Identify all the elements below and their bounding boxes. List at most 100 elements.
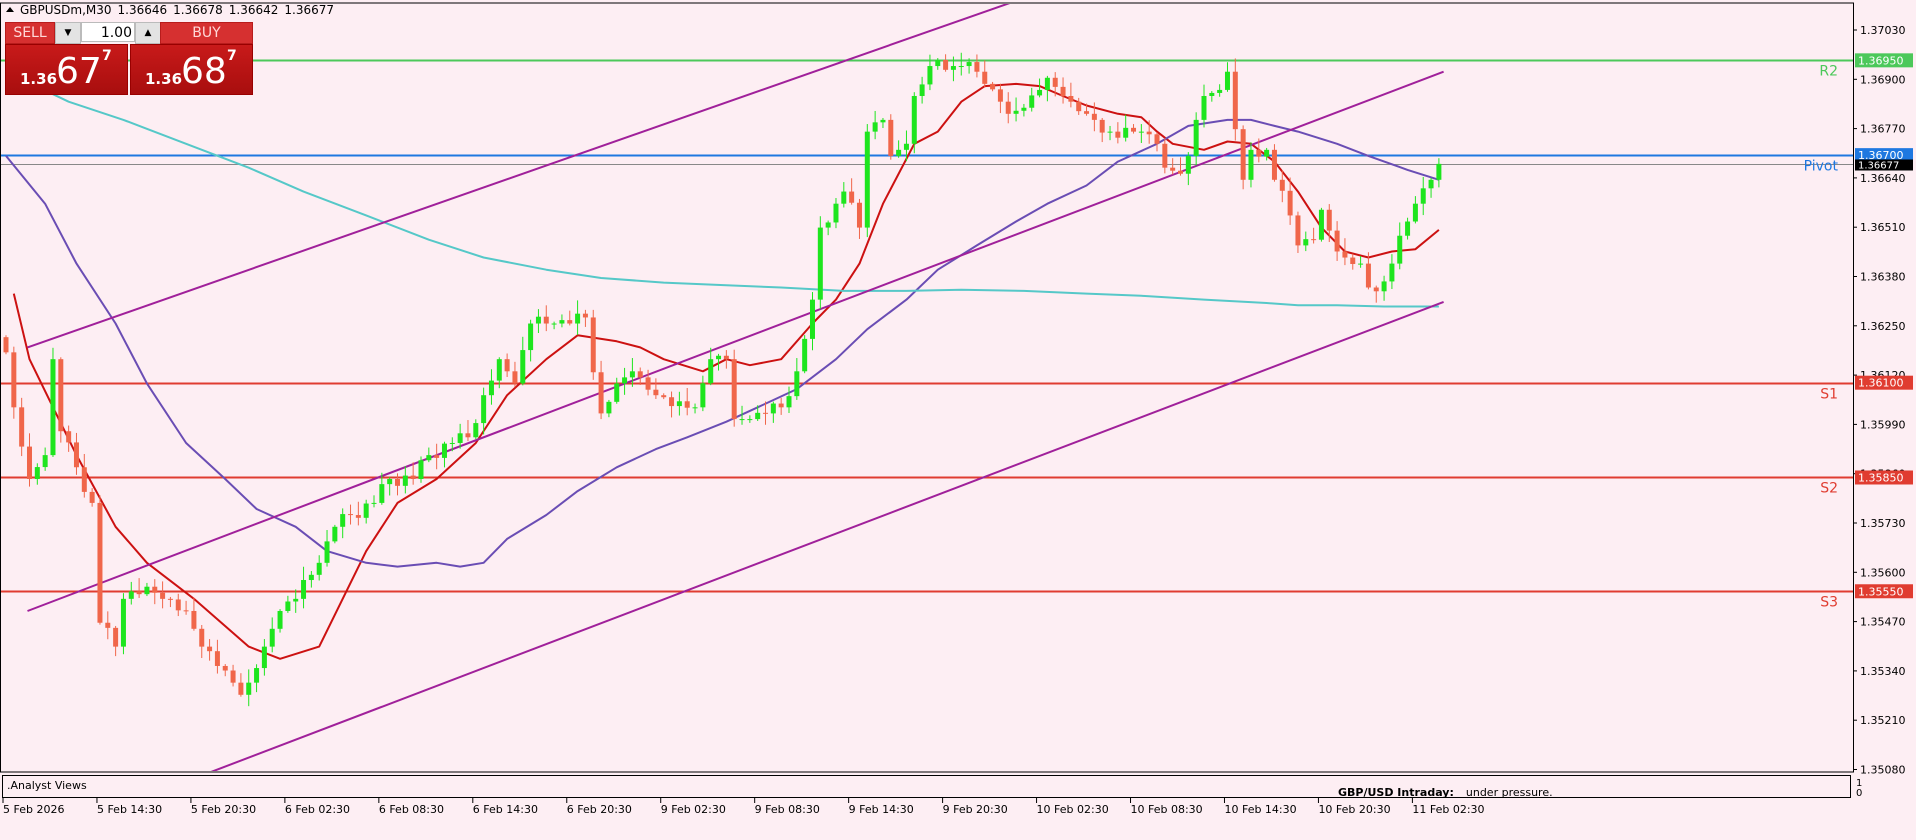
candle-bear — [1240, 129, 1246, 180]
candle-bull — [794, 371, 800, 397]
candle-bear — [1099, 119, 1105, 133]
price-chart[interactable]: 1.370301.369001.367701.366401.365101.363… — [0, 0, 1916, 840]
x-tick-label: 9 Feb 08:30 — [754, 803, 820, 816]
candle-bear — [113, 627, 119, 647]
ohlc-high: 1.36678 — [173, 3, 223, 17]
candle-bull — [629, 371, 635, 378]
candle-bull — [692, 407, 698, 409]
candle-bull — [716, 355, 722, 360]
candle-bear — [684, 401, 690, 408]
candle-bull — [316, 562, 322, 575]
candle-bull — [825, 222, 831, 228]
ohlc-low: 1.36642 — [228, 3, 279, 17]
candle-bull — [457, 433, 463, 443]
candle-bull — [903, 143, 909, 150]
candle-bear — [199, 628, 205, 647]
candle-bull — [1397, 235, 1403, 264]
candle-bear — [637, 371, 643, 378]
candle-bull — [935, 59, 941, 67]
analyst-summary: under pressure. — [1465, 786, 1553, 798]
candle-bull — [559, 320, 565, 324]
candle-bull — [269, 628, 275, 647]
candle-bull — [606, 401, 612, 414]
candle-bear — [1342, 251, 1348, 258]
candle-bear — [997, 89, 1003, 102]
buy-button[interactable]: BUY — [160, 22, 253, 44]
candle-bull — [1021, 107, 1027, 111]
candle-bear — [1170, 167, 1176, 171]
level-price-value: 1.36100 — [1858, 377, 1904, 390]
candle-bear — [1334, 230, 1340, 252]
candle-bull — [379, 484, 385, 503]
candle-bear — [3, 337, 9, 353]
candle-bull — [50, 359, 56, 456]
candle-bear — [849, 191, 855, 203]
plot-frame — [0, 2, 1854, 773]
candle-bull — [1405, 221, 1411, 236]
candle-bull — [747, 419, 753, 421]
sell-price-button[interactable]: 1.36 67 7 — [5, 44, 128, 95]
lot-decrease-button[interactable]: ▼ — [55, 22, 81, 44]
buy-price-pips: 68 — [181, 51, 227, 92]
x-tick-label: 6 Feb 14:30 — [472, 803, 538, 816]
candle-bear — [504, 359, 510, 372]
candle-bull — [911, 95, 917, 144]
candle-bear — [465, 433, 471, 438]
candle-bear — [888, 119, 894, 156]
candle-bull — [614, 383, 620, 402]
candle-bear — [214, 651, 220, 666]
candle-bear — [1311, 239, 1317, 241]
candle-bull — [1013, 110, 1019, 114]
candle-bull — [896, 149, 902, 156]
candle-bull — [622, 377, 628, 384]
x-tick-label: 9 Feb 20:30 — [942, 803, 1008, 816]
candle-bear — [395, 479, 400, 486]
candle-bear — [1005, 101, 1011, 114]
candle-bear — [1279, 179, 1285, 191]
level-price-value: 1.36950 — [1858, 54, 1904, 67]
candle-bear — [348, 514, 354, 516]
candle-bull — [535, 316, 541, 324]
lot-size-input[interactable]: 1.00 — [81, 22, 135, 42]
candle-bull — [950, 66, 956, 70]
candle-bear — [1373, 287, 1379, 292]
candle-bear — [434, 455, 440, 458]
candle-bull — [755, 412, 761, 420]
candle-bull — [1248, 149, 1254, 180]
candle-bull — [481, 395, 487, 424]
candle-bear — [1091, 113, 1097, 120]
x-tick-label: 6 Feb 20:30 — [566, 803, 632, 816]
candle-bull — [277, 610, 283, 629]
sell-button[interactable]: SELL — [5, 22, 55, 44]
candle-bear — [1365, 263, 1371, 288]
candle-bear — [982, 71, 988, 84]
candle-bull — [246, 682, 252, 695]
level-label-s1: S1 — [1820, 387, 1838, 403]
candle-bull — [817, 227, 823, 300]
candle-bull — [708, 359, 714, 384]
chart-title: GBPUSDm,M30 1.36646 1.36678 1.36642 1.36677 — [6, 3, 340, 17]
subwindow-scale-bottom: 0 — [1856, 788, 1863, 799]
candle-bull — [285, 601, 291, 611]
ohlc-close: 1.36677 — [284, 3, 335, 17]
y-tick-label: 1.35600 — [1860, 566, 1906, 579]
candle-bear — [1076, 101, 1082, 112]
candle-bull — [340, 514, 346, 527]
candle-bull — [1303, 239, 1309, 246]
candle-bear — [1146, 131, 1152, 135]
candle-bear — [58, 359, 64, 432]
lot-increase-button[interactable]: ▲ — [135, 22, 161, 44]
candle-bull — [1318, 209, 1324, 240]
analyst-views-subwindow[interactable]: .Analyst Views GBP/USD Intraday: under pr… — [2, 775, 1851, 798]
x-tick-label: 6 Feb 02:30 — [284, 803, 351, 816]
candle-bear — [1131, 127, 1137, 132]
buy-price-button[interactable]: 1.36 68 7 — [130, 44, 253, 95]
level-label-s2: S2 — [1820, 481, 1838, 497]
candle-bull — [872, 122, 878, 132]
candle-bull — [1044, 77, 1050, 90]
level-label-s3: S3 — [1820, 595, 1838, 611]
candle-bear — [238, 682, 244, 695]
candle-bull — [1224, 71, 1230, 90]
x-tick-label: 10 Feb 08:30 — [1130, 803, 1203, 816]
collapse-triangle-icon[interactable] — [6, 7, 14, 12]
